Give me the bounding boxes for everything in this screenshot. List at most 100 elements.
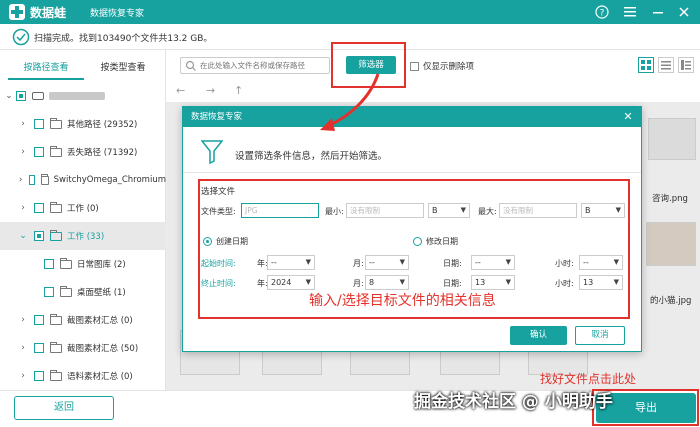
- tree-item-label: 丢失路径 (71392): [67, 148, 138, 158]
- menu-icon[interactable]: [622, 4, 638, 20]
- tree-checkbox[interactable]: [34, 203, 44, 213]
- start-day-select[interactable]: -- ▼: [471, 255, 515, 270]
- confirm-button[interactable]: 确认: [510, 326, 567, 345]
- tree-checkbox[interactable]: [34, 147, 44, 157]
- end-hour-value: 13: [583, 278, 594, 287]
- minimize-icon[interactable]: [650, 4, 666, 20]
- folder-icon: [50, 201, 62, 213]
- tree-row-other-path[interactable]: › 其他路径 (29352): [0, 110, 166, 138]
- tree-checkbox[interactable]: [34, 119, 44, 129]
- start-year-select[interactable]: -- ▼: [267, 255, 315, 270]
- file-type-input[interactable]: JPG: [241, 203, 319, 218]
- tree-row-screenshots-50[interactable]: › 截图素材汇总 (50): [0, 334, 166, 362]
- check-circle-icon: [12, 28, 30, 46]
- tree-row-corpus[interactable]: › 语料素材汇总 (0): [0, 362, 166, 390]
- close-icon[interactable]: [676, 4, 692, 20]
- tab-by-type[interactable]: 按类型查看: [88, 58, 158, 80]
- tree-row-switchyomega[interactable]: › SwitchyOmega_Chromium: [0, 166, 166, 194]
- chevron-right-icon[interactable]: ›: [18, 119, 28, 129]
- tree-item-label: 工作 (0): [67, 204, 99, 214]
- chevron-right-icon[interactable]: ›: [18, 371, 28, 381]
- start-hour-value: --: [583, 258, 589, 267]
- app-name: 数据蛙: [30, 6, 67, 20]
- end-hour-select[interactable]: 13 ▼: [579, 275, 623, 290]
- folder-icon: [50, 229, 62, 241]
- list-view-icon[interactable]: [658, 57, 674, 73]
- search-box[interactable]: [180, 57, 330, 74]
- show-deleted-checkbox[interactable]: [410, 61, 419, 71]
- tree-checkbox[interactable]: [34, 343, 44, 353]
- end-day-value: 13: [475, 278, 486, 287]
- annotation-arrow-icon: [320, 73, 380, 131]
- cancel-button[interactable]: 取消: [575, 326, 625, 345]
- chevron-down-icon[interactable]: ⌄: [18, 231, 28, 241]
- chevron-right-icon[interactable]: ›: [18, 175, 23, 185]
- up-arrow-icon[interactable]: ↑: [234, 84, 243, 97]
- folder-icon: [50, 369, 62, 381]
- chevron-right-icon[interactable]: ›: [18, 147, 28, 157]
- grid-view-icon[interactable]: [638, 57, 654, 73]
- tree-row-work-0[interactable]: › 工作 (0): [0, 194, 166, 222]
- chevron-right-icon[interactable]: ›: [18, 343, 28, 353]
- start-hour-select[interactable]: -- ▼: [579, 255, 623, 270]
- back-arrow-icon[interactable]: ←: [176, 84, 185, 97]
- select-file-heading: 选择文件: [201, 187, 236, 197]
- create-date-radio[interactable]: [203, 237, 212, 246]
- max-unit-select[interactable]: B ▼: [581, 203, 625, 218]
- tree-checkbox[interactable]: [44, 287, 54, 297]
- max-size-input[interactable]: 没有限制: [499, 203, 577, 218]
- folder-icon: [50, 117, 62, 129]
- min-size-label: 最小:: [325, 207, 344, 216]
- caret-down-icon: ▼: [399, 258, 405, 266]
- end-month-select[interactable]: 8 ▼: [365, 275, 409, 290]
- modify-date-radio[interactable]: [413, 237, 422, 246]
- chevron-right-icon[interactable]: ›: [18, 315, 28, 325]
- filter-funnel-icon: [201, 140, 223, 165]
- back-button[interactable]: 返回: [14, 396, 114, 420]
- detail-view-icon[interactable]: [678, 57, 694, 73]
- tree-item-label: 语料素材汇总 (0): [67, 372, 133, 382]
- start-day-value: --: [475, 258, 481, 267]
- min-unit-value: B: [432, 206, 438, 215]
- end-year-select[interactable]: 2024 ▼: [267, 275, 315, 290]
- folder-icon: [50, 341, 62, 353]
- tree-item-label: 其他路径 (29352): [67, 120, 138, 130]
- tree-row-lost-path[interactable]: › 丢失路径 (71392): [0, 138, 166, 166]
- caret-down-icon: ▼: [305, 258, 311, 266]
- start-time-label: 起始时间:: [201, 259, 236, 268]
- chevron-right-icon[interactable]: ›: [18, 203, 28, 213]
- tree-row-gallery[interactable]: 日常图库 (2): [0, 250, 166, 278]
- end-day-select[interactable]: 13 ▼: [471, 275, 515, 290]
- tree-checkbox[interactable]: [34, 315, 44, 325]
- tab-by-path[interactable]: 按路径查看: [8, 58, 84, 80]
- watermark: 掘金技术社区 @ 小明助手: [414, 392, 613, 412]
- tree-row-wallpaper[interactable]: 桌面壁纸 (1): [0, 278, 166, 306]
- caret-down-icon: ▼: [613, 278, 619, 286]
- help-icon[interactable]: ?: [594, 4, 610, 20]
- show-deleted-option[interactable]: 仅显示删除项: [410, 60, 474, 72]
- tree-row-drive[interactable]: ⌄: [0, 82, 166, 110]
- tree-checkbox[interactable]: [34, 231, 44, 241]
- app-logo-icon: [9, 4, 25, 20]
- tree-checkbox[interactable]: [34, 371, 44, 381]
- view-tabs: 按路径查看 按类型查看: [0, 58, 166, 80]
- folder-icon: [41, 173, 49, 185]
- search-icon[interactable]: [184, 59, 198, 73]
- chevron-down-icon[interactable]: ⌄: [4, 91, 14, 101]
- min-size-input[interactable]: 没有限制: [346, 203, 424, 218]
- start-month-select[interactable]: -- ▼: [365, 255, 409, 270]
- search-input[interactable]: [200, 61, 318, 70]
- close-icon[interactable]: ✕: [621, 110, 635, 124]
- drive-checkbox[interactable]: [16, 91, 26, 101]
- tree-row-screenshots-0[interactable]: › 截图素材汇总 (0): [0, 306, 166, 334]
- svg-text:?: ?: [600, 9, 605, 19]
- tree-row-work-33[interactable]: ⌄ 工作 (33): [0, 222, 166, 250]
- forward-arrow-icon[interactable]: →: [206, 84, 215, 97]
- tree-checkbox[interactable]: [44, 259, 54, 269]
- tree-checkbox[interactable]: [29, 175, 36, 185]
- tree-item-label: 工作 (33): [67, 232, 105, 242]
- divider: [183, 172, 641, 173]
- dialog-title: 数据恢复专家: [183, 107, 641, 127]
- min-unit-select[interactable]: B ▼: [428, 203, 470, 218]
- show-deleted-label: 仅显示删除项: [423, 62, 475, 72]
